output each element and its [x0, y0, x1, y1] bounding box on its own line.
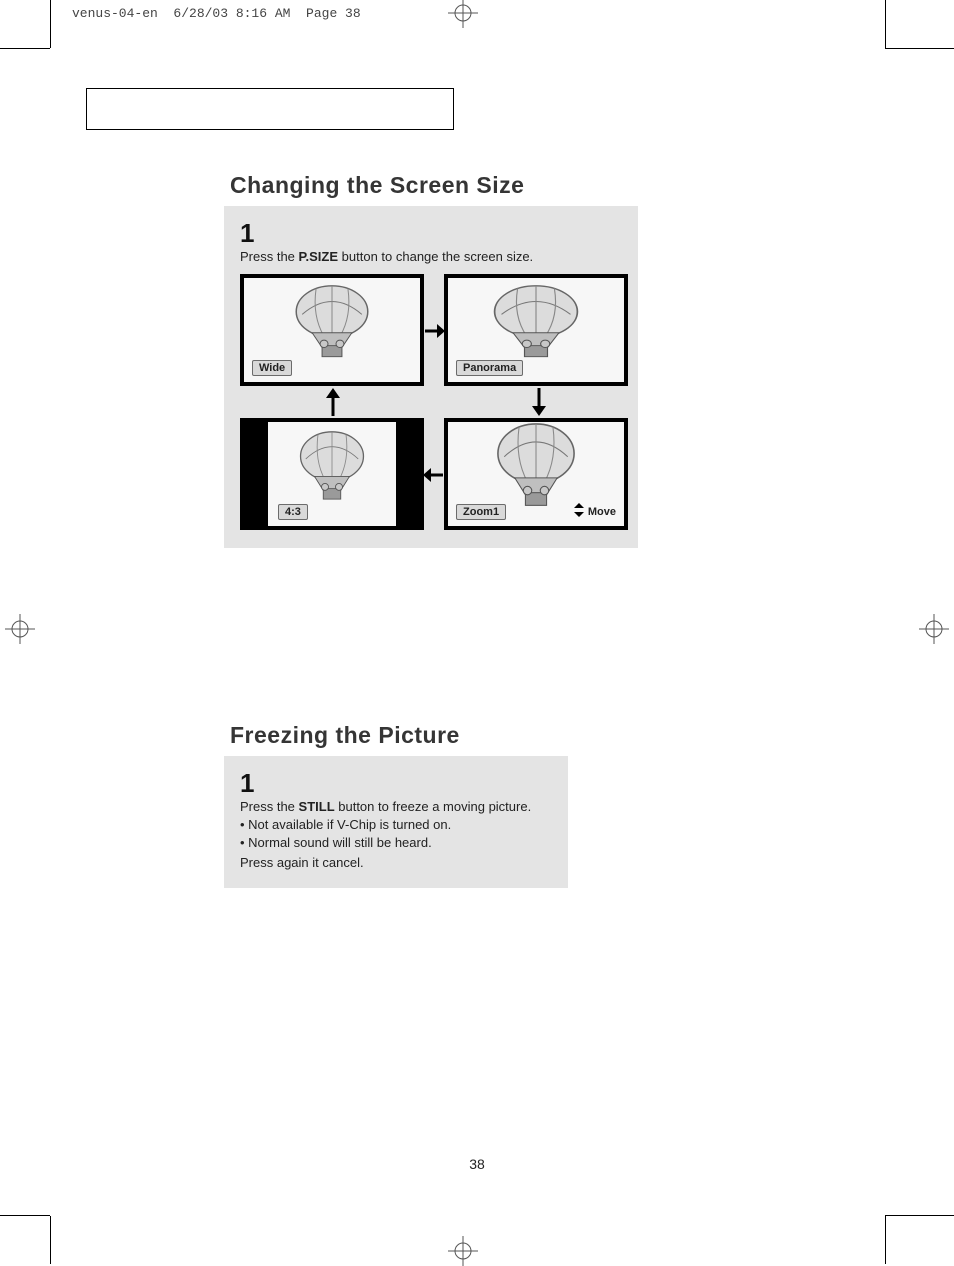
freeze-bullet-2: • Normal sound will still be heard.: [240, 834, 552, 852]
page: venus-04-en 6/28/03 8:16 AM Page 38 Chan…: [0, 0, 954, 1264]
label-wide: Wide: [252, 360, 292, 376]
crop-mark: [885, 1216, 886, 1264]
screen-panorama: Panorama: [444, 274, 628, 386]
panel-screen-size: 1 Press the P.SIZE button to change the …: [224, 206, 638, 548]
balloon-icon: [288, 426, 375, 513]
panel-freeze-picture: 1 Press the STILL button to freeze a mov…: [224, 756, 568, 888]
screen-wide: Wide: [240, 274, 424, 386]
screen-inner: Panorama: [448, 278, 624, 382]
crop-mark: [885, 0, 886, 48]
screen-4-3: 4:3: [240, 418, 424, 530]
screen-inner: Zoom1 Move: [448, 422, 624, 526]
crop-mark: [50, 1216, 51, 1264]
print-slug: venus-04-en 6/28/03 8:16 AM Page 38: [72, 6, 361, 21]
page-number: 38: [0, 1156, 954, 1172]
balloon-icon: [479, 279, 594, 371]
registration-mark-icon: [448, 0, 478, 28]
crop-mark: [885, 48, 954, 49]
header-box: [86, 88, 454, 130]
freeze-last-line: Press again it cancel.: [240, 854, 552, 872]
registration-mark-icon: [448, 1236, 478, 1266]
label-4-3: 4:3: [278, 504, 308, 520]
step-text-post: button to change the screen size.: [338, 249, 533, 264]
freeze-text-pre: Press the: [240, 799, 299, 814]
screen-inner: Wide: [244, 278, 420, 382]
registration-mark-icon: [919, 614, 949, 644]
arrow-down-icon: [530, 388, 548, 416]
balloon-icon: [282, 279, 381, 371]
screen-zoom1: Zoom1 Move: [444, 418, 628, 530]
up-down-icon: [574, 503, 584, 520]
screen-size-grid: Wide: [240, 274, 628, 534]
step-text: Press the STILL button to freeze a movin…: [240, 798, 552, 816]
step-text: Press the P.SIZE button to change the sc…: [240, 248, 622, 266]
crop-mark: [0, 1215, 50, 1216]
arrow-left-icon: [423, 466, 443, 484]
move-text: Move: [588, 506, 616, 518]
crop-mark: [0, 48, 50, 49]
registration-mark-icon: [5, 614, 35, 644]
freeze-bullet-1: • Not available if V-Chip is turned on.: [240, 816, 552, 834]
crop-mark: [50, 0, 51, 48]
step-number: 1: [240, 220, 622, 246]
screen-inner: 4:3: [268, 422, 396, 526]
step-text-pre: Press the: [240, 249, 299, 264]
label-move: Move: [574, 503, 616, 520]
arrow-right-icon: [425, 322, 445, 340]
arrow-up-icon: [324, 388, 342, 416]
step-text-bold: P.SIZE: [299, 249, 339, 264]
label-panorama: Panorama: [456, 360, 523, 376]
label-zoom1: Zoom1: [456, 504, 506, 520]
heading-changing-screen-size: Changing the Screen Size: [230, 172, 524, 199]
heading-freezing-picture: Freezing the Picture: [230, 722, 460, 749]
freeze-text-bold: STILL: [299, 799, 335, 814]
crop-mark: [885, 1215, 954, 1216]
step-number: 1: [240, 770, 552, 796]
freeze-text-post: button to freeze a moving picture.: [335, 799, 532, 814]
